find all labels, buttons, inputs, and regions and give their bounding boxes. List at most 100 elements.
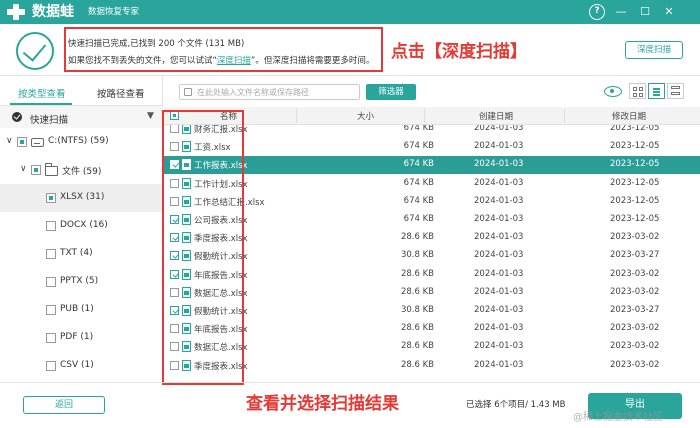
watermark: @稀土掘金技术社区 <box>573 412 663 423</box>
deep-scan-link[interactable]: 深度扫描 <box>217 56 251 66</box>
filter-button[interactable]: 筛选器 <box>366 84 416 100</box>
tree-item-docx[interactable]: DOCX (16) <box>0 212 163 240</box>
table-row[interactable]: 数据汇总.xlsx 28.6 KB 2024-01-03 2023-03-02 <box>164 338 700 356</box>
tree-item-label: DOCX (16) <box>60 220 108 230</box>
table-row[interactable]: 年底报告.xlsx 28.6 KB 2024-01-03 2023-03-02 <box>164 320 700 338</box>
tree-checkbox[interactable] <box>31 165 41 175</box>
modified-date: 2023-03-02 <box>610 359 660 370</box>
chevron-down-icon[interactable]: ∨ <box>20 164 27 174</box>
created-date: 2024-01-03 <box>474 177 524 188</box>
tree-item-label: CSV (1) <box>60 360 94 370</box>
tree-item-label: XLSX (31) <box>60 192 105 202</box>
selection-status: 已选择 6个项目/ 1.43 MB <box>466 400 566 410</box>
quick-scan-header[interactable]: 快速扫描 ▼ <box>0 106 163 128</box>
drive-icon <box>31 138 44 147</box>
column-divider <box>296 109 297 123</box>
chevron-down-icon[interactable]: ∨ <box>6 136 13 146</box>
file-table-body: 财务汇报.xlsx 674 KB 2024-01-03 2023-12-05 工资.xl… <box>164 125 700 382</box>
modified-date: 2023-03-02 <box>610 268 660 279</box>
tab-by-path[interactable]: 按路径查看 <box>97 86 145 100</box>
table-row[interactable]: 工作计划.xlsx 674 KB 2024-01-03 2023-12-05 <box>164 175 700 193</box>
tree-checkbox[interactable] <box>46 277 56 287</box>
table-row[interactable]: 工作总结汇报.xlsx 674 KB 2024-01-03 2023-12-05 <box>164 193 700 211</box>
modified-date: 2023-03-02 <box>610 323 660 334</box>
tree-item-files[interactable]: ∨ 文件 (59) <box>0 156 163 184</box>
column-divider <box>424 109 425 123</box>
quick-scan-label: 快速扫描 <box>30 115 69 126</box>
file-size: 674 KB <box>403 214 434 224</box>
back-button[interactable]: 返回 <box>23 396 105 414</box>
app-name: 数据蛙 <box>32 4 74 20</box>
help-button[interactable]: ? <box>589 4 605 20</box>
tree-checkbox[interactable] <box>46 333 56 343</box>
chevron-down-icon[interactable]: ▼ <box>147 111 154 121</box>
column-modified[interactable]: 修改日期 <box>612 110 646 122</box>
file-size: 28.6 KB <box>400 323 434 334</box>
table-row[interactable]: 季度报表.xlsx 28.6 KB 2024-01-03 2023-03-02 <box>164 357 700 375</box>
tree-checkbox[interactable] <box>46 193 56 203</box>
file-size: 28.6 KB <box>400 268 434 279</box>
tab-by-type[interactable]: 按类型查看 <box>18 86 66 100</box>
tree-item-txt[interactable]: TXT (4) <box>0 240 163 268</box>
grid-view-button[interactable] <box>629 83 646 99</box>
table-row[interactable]: 工资.xlsx 674 KB 2024-01-03 2023-12-05 <box>164 138 700 156</box>
deep-scan-hint: 如果您找不到丢失的文件，您可以试试“深度扫描”。但深度扫描将需要更多时间。 <box>68 54 374 66</box>
tree-item-drive-c[interactable]: ∨ C:(NTFS) (59) <box>0 128 163 156</box>
tree-item-xlsx[interactable]: XLSX (31) <box>0 184 163 212</box>
modified-date: 2023-03-02 <box>610 232 660 243</box>
table-row[interactable]: 假勤统计.xlsx 30.8 KB 2024-01-03 2023-03-27 <box>164 302 700 320</box>
close-button[interactable]: ✕ <box>661 4 677 20</box>
created-date: 2024-01-03 <box>474 195 524 206</box>
file-size: 674 KB <box>403 195 434 206</box>
table-row[interactable]: 财务汇报.xlsx 674 KB 2024-01-03 2023-12-05 <box>164 125 700 138</box>
tree-item-pdf[interactable]: PDF (1) <box>0 324 163 352</box>
tree-checkbox[interactable] <box>46 305 56 315</box>
created-date: 2024-01-03 <box>474 125 524 133</box>
modified-date: 2023-03-27 <box>610 305 660 315</box>
file-size: 674 KB <box>403 141 434 152</box>
maximize-button[interactable]: ☐ <box>637 4 653 20</box>
tree-checkbox[interactable] <box>46 361 56 371</box>
table-row[interactable]: 季度报表.xlsx 28.6 KB 2024-01-03 2023-03-02 <box>164 229 700 247</box>
created-date: 2024-01-03 <box>474 232 524 243</box>
modified-date: 2023-03-27 <box>610 250 660 261</box>
list-view-button[interactable] <box>648 83 665 99</box>
tree-checkbox[interactable] <box>46 221 56 231</box>
tree-item-pub[interactable]: PUB (1) <box>0 296 163 324</box>
deep-scan-button[interactable]: 深度扫描 <box>625 41 683 59</box>
tree-item-label: TXT (4) <box>60 248 93 258</box>
column-divider <box>564 109 565 123</box>
tree-item-csv[interactable]: CSV (1) <box>0 352 163 380</box>
annotation-highlight-box <box>162 110 244 385</box>
created-date: 2024-01-03 <box>474 141 524 152</box>
detail-view-button[interactable] <box>667 83 684 99</box>
created-date: 2024-01-03 <box>474 214 524 224</box>
tree-checkbox[interactable] <box>46 249 56 259</box>
modified-date: 2023-03-02 <box>610 341 660 352</box>
modified-date: 2023-12-05 <box>610 177 660 188</box>
search-icon <box>184 88 192 96</box>
tree-item-pptx[interactable]: PPTX (5) <box>0 268 163 296</box>
column-size[interactable]: 大小 <box>357 110 374 122</box>
app-logo-icon <box>6 3 26 21</box>
table-row[interactable]: 公司报表.xlsx 674 KB 2024-01-03 2023-12-05 <box>164 211 700 229</box>
tree-checkbox[interactable] <box>17 137 27 147</box>
eye-icon[interactable] <box>604 86 622 97</box>
search-placeholder: 在此处输入文件名称或保存路径 <box>197 88 309 97</box>
file-type-panel: 按类型查看 按路径查看 快速扫描 ▼ ∨ C:(NTFS) (59) ∨ 文件 … <box>0 76 163 382</box>
table-row[interactable]: 假勤统计.xlsx 30.8 KB 2024-01-03 2023-03-27 <box>164 247 700 265</box>
table-row[interactable]: 年底报告.xlsx 28.6 KB 2024-01-03 2023-03-02 <box>164 266 700 284</box>
annotation-view-select-results: 查看并选择扫描结果 <box>246 394 399 414</box>
file-size: 30.8 KB <box>400 250 434 261</box>
footer-divider <box>0 382 700 383</box>
file-size: 28.6 KB <box>400 232 434 243</box>
search-input[interactable]: 在此处输入文件名称或保存路径 <box>179 84 360 100</box>
table-row[interactable]: 数据汇总.xlsx 28.6 KB 2024-01-03 2023-03-02 <box>164 284 700 302</box>
tree-item-label: C:(NTFS) (59) <box>48 136 109 146</box>
minimize-button[interactable]: — <box>613 4 629 20</box>
hint-suffix: ”。但深度扫描将需要更多时间。 <box>250 56 375 66</box>
table-row[interactable]: 工作报表.xlsx 674 KB 2024-01-03 2023-12-05 <box>164 156 700 175</box>
column-created[interactable]: 创建日期 <box>479 110 513 122</box>
modified-date: 2023-12-05 <box>610 214 660 224</box>
created-date: 2024-01-03 <box>474 286 524 297</box>
